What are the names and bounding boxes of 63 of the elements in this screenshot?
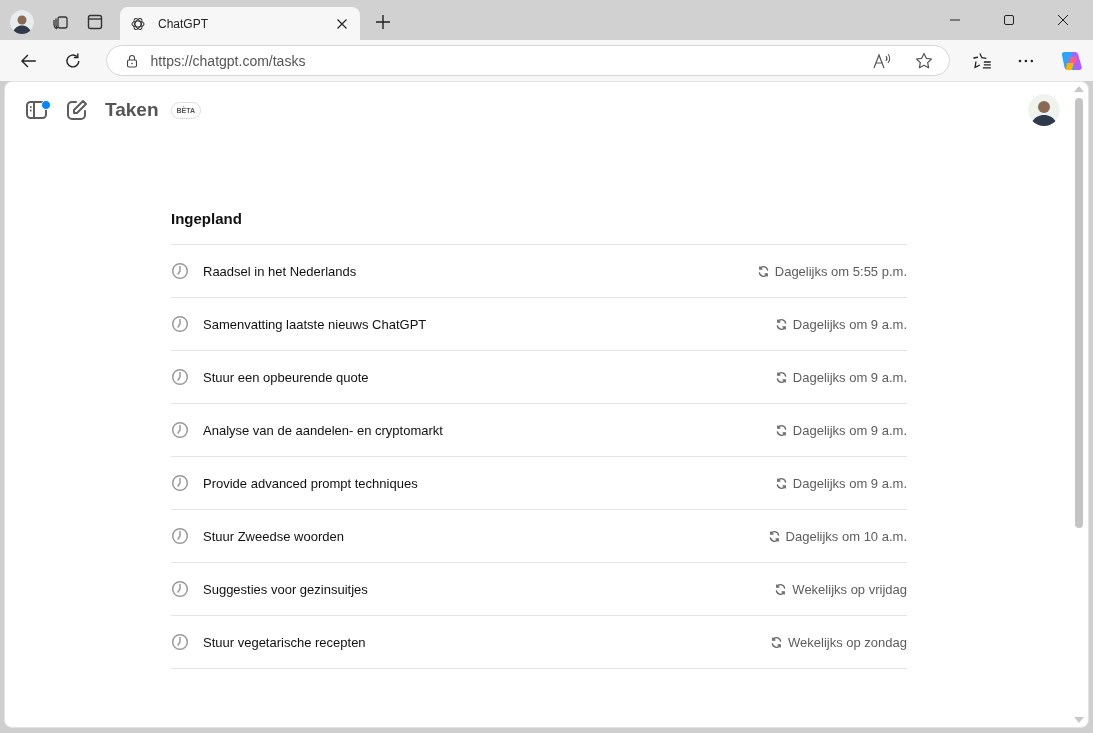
clock-icon — [171, 633, 189, 651]
task-schedule: Wekelijks op vrijdag — [792, 581, 907, 597]
close-icon[interactable] — [1057, 14, 1069, 26]
task-row[interactable]: Stuur vegetarische recepten Wekelijks op zondag — [171, 616, 907, 669]
task-row[interactable]: Analyse van de aandelen- en cryptomarkt Dagelijks om 9 a.m. — [171, 404, 907, 457]
url-text: https://chatgpt.com/tasks — [150, 52, 306, 69]
repeat-icon — [767, 529, 781, 543]
copilot-icon[interactable] — [1061, 49, 1083, 72]
page-title: Taken — [105, 99, 159, 121]
task-row[interactable]: Provide advanced prompt techniques Dagelijks om 9 a.m. — [171, 457, 907, 510]
task-name: Stuur een opbeurende quote — [203, 369, 370, 385]
task-name: Stuur Zweedse woorden — [203, 528, 345, 544]
sidebar-toggle-icon[interactable] — [25, 98, 49, 122]
task-row[interactable]: Stuur een opbeurende quote Dagelijks om 9 a.m. — [171, 351, 907, 404]
task-schedule: Wekelijks op zondag — [788, 634, 907, 650]
close-tab-icon[interactable] — [336, 17, 348, 30]
section-heading: Ingepland — [171, 210, 243, 227]
collections-icon[interactable] — [52, 13, 70, 31]
read-aloud-icon[interactable] — [872, 52, 893, 69]
scrollbar-thumb[interactable] — [1075, 98, 1083, 528]
clock-icon — [171, 368, 189, 386]
task-row[interactable]: Stuur Zweedse woorden Dagelijks om 10 a.m. — [171, 510, 907, 563]
task-name: Suggesties voor gezinsuitjes — [203, 581, 369, 597]
browser-tab[interactable]: ChatGPT — [120, 7, 360, 40]
clock-icon — [171, 315, 189, 333]
maximize-icon[interactable] — [1003, 14, 1015, 26]
tab-title: ChatGPT — [158, 16, 209, 31]
repeat-icon — [774, 582, 788, 596]
task-name: Provide advanced prompt techniques — [203, 475, 419, 491]
tab-panel-icon[interactable] — [86, 13, 104, 31]
task-name: Analyse van de aandelen- en cryptomarkt — [203, 422, 444, 438]
star-icon[interactable] — [914, 51, 933, 70]
task-schedule: Dagelijks om 9 a.m. — [792, 475, 907, 491]
clock-icon — [171, 527, 189, 545]
task-schedule: Dagelijks om 9 a.m. — [792, 316, 907, 332]
chatgpt-logo-icon — [130, 15, 146, 32]
lock-icon — [124, 53, 139, 68]
new-chat-icon[interactable] — [65, 98, 89, 122]
profile-avatar[interactable] — [10, 10, 34, 34]
repeat-icon — [756, 264, 770, 278]
repeat-icon — [774, 423, 788, 437]
clock-icon — [171, 262, 189, 280]
task-name: Samenvatting laatste nieuws ChatGPT — [203, 316, 428, 332]
task-schedule: Dagelijks om 5:55 p.m. — [774, 263, 907, 279]
task-name: Raadsel in het Nederlands — [203, 263, 358, 279]
repeat-icon — [774, 370, 788, 384]
user-avatar[interactable] — [1028, 94, 1060, 126]
repeat-icon — [770, 635, 783, 649]
new-tab-icon[interactable] — [374, 13, 392, 31]
address-bar[interactable]: https://chatgpt.com/tasks — [105, 45, 950, 76]
task-schedule: Dagelijks om 9 a.m. — [792, 422, 907, 438]
task-name: Stuur vegetarische recepten — [203, 634, 367, 650]
task-schedule: Dagelijks om 9 a.m. — [792, 369, 907, 385]
task-row[interactable]: Raadsel in het Nederlands Dagelijks om 5:55 p.m. — [171, 245, 907, 298]
clock-icon — [171, 580, 189, 598]
repeat-icon — [774, 317, 788, 331]
task-row[interactable]: Samenvatting laatste nieuws ChatGPT Dagelijks om 9 a.m. — [171, 298, 907, 351]
task-schedule: Dagelijks om 10 a.m. — [785, 528, 907, 544]
task-row[interactable]: Suggesties voor gezinsuitjes Wekelijks op vrijdag — [171, 563, 907, 616]
repeat-icon — [774, 476, 788, 490]
clock-icon — [171, 421, 189, 439]
clock-icon — [171, 474, 189, 492]
refresh-icon[interactable] — [63, 51, 82, 70]
